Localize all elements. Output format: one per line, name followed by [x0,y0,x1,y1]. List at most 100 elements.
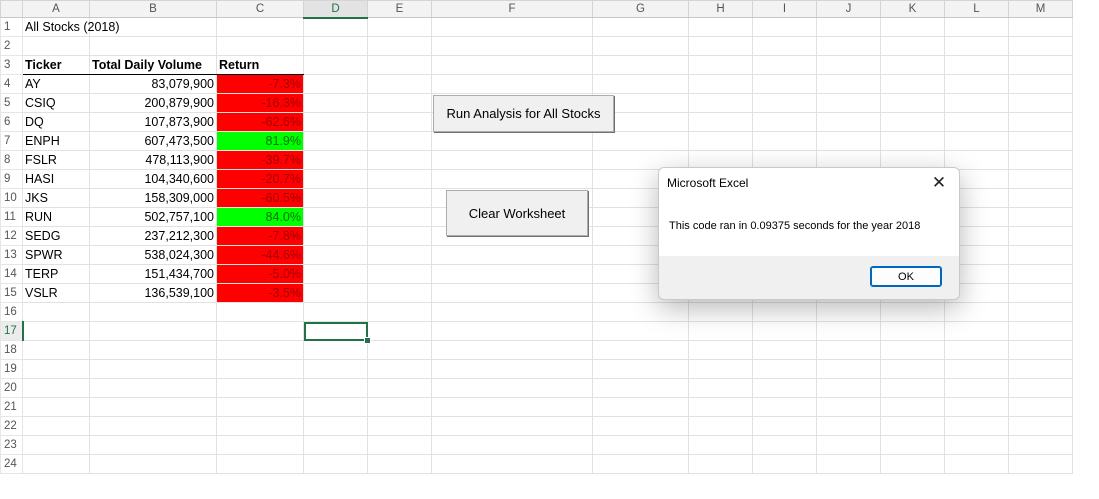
cell-h24[interactable] [688,454,753,474]
cell-e7[interactable] [367,131,432,151]
cell-a14[interactable]: TERP [22,264,90,284]
cell-e2[interactable] [367,36,432,56]
cell-f7[interactable] [431,131,593,151]
cell-c4[interactable]: -7.3% [216,74,304,94]
row-header-5[interactable]: 5 [0,93,23,113]
cell-i17[interactable] [752,321,817,341]
cell-c21[interactable] [216,397,304,417]
cell-g18[interactable] [592,340,689,360]
cell-d14[interactable] [303,264,368,284]
cell-l18[interactable] [944,340,1009,360]
cell-c7[interactable]: 81.9% [216,131,304,151]
cell-d9[interactable] [303,169,368,189]
cell-g22[interactable] [592,416,689,436]
cell-i2[interactable] [752,36,817,56]
cell-k21[interactable] [880,397,945,417]
row-header-4[interactable]: 4 [0,74,23,94]
cell-c17[interactable] [216,321,304,341]
cell-k5[interactable] [880,93,945,113]
column-header-g[interactable]: G [592,0,689,18]
cell-g2[interactable] [592,36,689,56]
cell-e14[interactable] [367,264,432,284]
row-header-21[interactable]: 21 [0,397,23,417]
cell-c5[interactable]: -16.3% [216,93,304,113]
cell-d21[interactable] [303,397,368,417]
cell-j2[interactable] [816,36,881,56]
cell-l20[interactable] [944,378,1009,398]
cell-d22[interactable] [303,416,368,436]
row-header-23[interactable]: 23 [0,435,23,455]
cell-b9[interactable]: 104,340,600 [89,169,217,189]
cell-a15[interactable]: VSLR [22,283,90,303]
cell-a17[interactable] [22,321,90,341]
cell-h1[interactable] [688,17,753,37]
column-header-m[interactable]: M [1008,0,1073,18]
cell-i18[interactable] [752,340,817,360]
cell-d3[interactable] [303,55,368,75]
cell-i21[interactable] [752,397,817,417]
cell-d12[interactable] [303,226,368,246]
cell-b12[interactable]: 237,212,300 [89,226,217,246]
cell-b5[interactable]: 200,879,900 [89,93,217,113]
cell-i4[interactable] [752,74,817,94]
column-header-l[interactable]: L [944,0,1009,18]
cell-m2[interactable] [1008,36,1073,56]
cell-f19[interactable] [431,359,593,379]
row-header-18[interactable]: 18 [0,340,23,360]
cell-a2[interactable] [22,36,90,56]
cell-f17[interactable] [431,321,593,341]
cell-d15[interactable] [303,283,368,303]
cell-m8[interactable] [1008,150,1073,170]
cell-m20[interactable] [1008,378,1073,398]
cell-h17[interactable] [688,321,753,341]
cell-e20[interactable] [367,378,432,398]
cell-j7[interactable] [816,131,881,151]
row-header-6[interactable]: 6 [0,112,23,132]
cell-i20[interactable] [752,378,817,398]
cell-e18[interactable] [367,340,432,360]
cell-f9[interactable] [431,169,593,189]
cell-l2[interactable] [944,36,1009,56]
cell-g23[interactable] [592,435,689,455]
cell-e4[interactable] [367,74,432,94]
row-header-12[interactable]: 12 [0,226,23,246]
column-header-h[interactable]: H [688,0,753,18]
cell-a1[interactable]: All Stocks (2018) [22,17,119,37]
cell-a20[interactable] [22,378,90,398]
run-analysis-all-stocks-button[interactable]: Run Analysis for All Stocks [433,95,614,132]
cell-f18[interactable] [431,340,593,360]
cell-l17[interactable] [944,321,1009,341]
cell-m18[interactable] [1008,340,1073,360]
cell-l21[interactable] [944,397,1009,417]
cell-l23[interactable] [944,435,1009,455]
ok-button[interactable]: OK [870,266,942,287]
select-all-corner[interactable] [0,0,23,18]
cell-j24[interactable] [816,454,881,474]
cell-e22[interactable] [367,416,432,436]
cell-g21[interactable] [592,397,689,417]
cell-a9[interactable]: HASI [22,169,90,189]
cell-m4[interactable] [1008,74,1073,94]
cell-b18[interactable] [89,340,217,360]
cell-b3[interactable]: Total Daily Volume [89,55,217,75]
cell-b23[interactable] [89,435,217,455]
cell-h6[interactable] [688,112,753,132]
cell-e5[interactable] [367,93,432,113]
cell-d6[interactable] [303,112,368,132]
cell-l5[interactable] [944,93,1009,113]
cell-b24[interactable] [89,454,217,474]
cell-h4[interactable] [688,74,753,94]
column-header-e[interactable]: E [367,0,432,18]
cell-j19[interactable] [816,359,881,379]
row-header-10[interactable]: 10 [0,188,23,208]
cell-i1[interactable] [752,17,817,37]
row-header-16[interactable]: 16 [0,302,23,322]
fill-handle[interactable] [363,336,371,344]
close-icon[interactable]: ✕ [929,173,949,193]
cell-e8[interactable] [367,150,432,170]
row-header-3[interactable]: 3 [0,55,23,75]
cell-d13[interactable] [303,245,368,265]
cell-a10[interactable]: JKS [22,188,90,208]
cell-c13[interactable]: -44.6% [216,245,304,265]
cell-m5[interactable] [1008,93,1073,113]
